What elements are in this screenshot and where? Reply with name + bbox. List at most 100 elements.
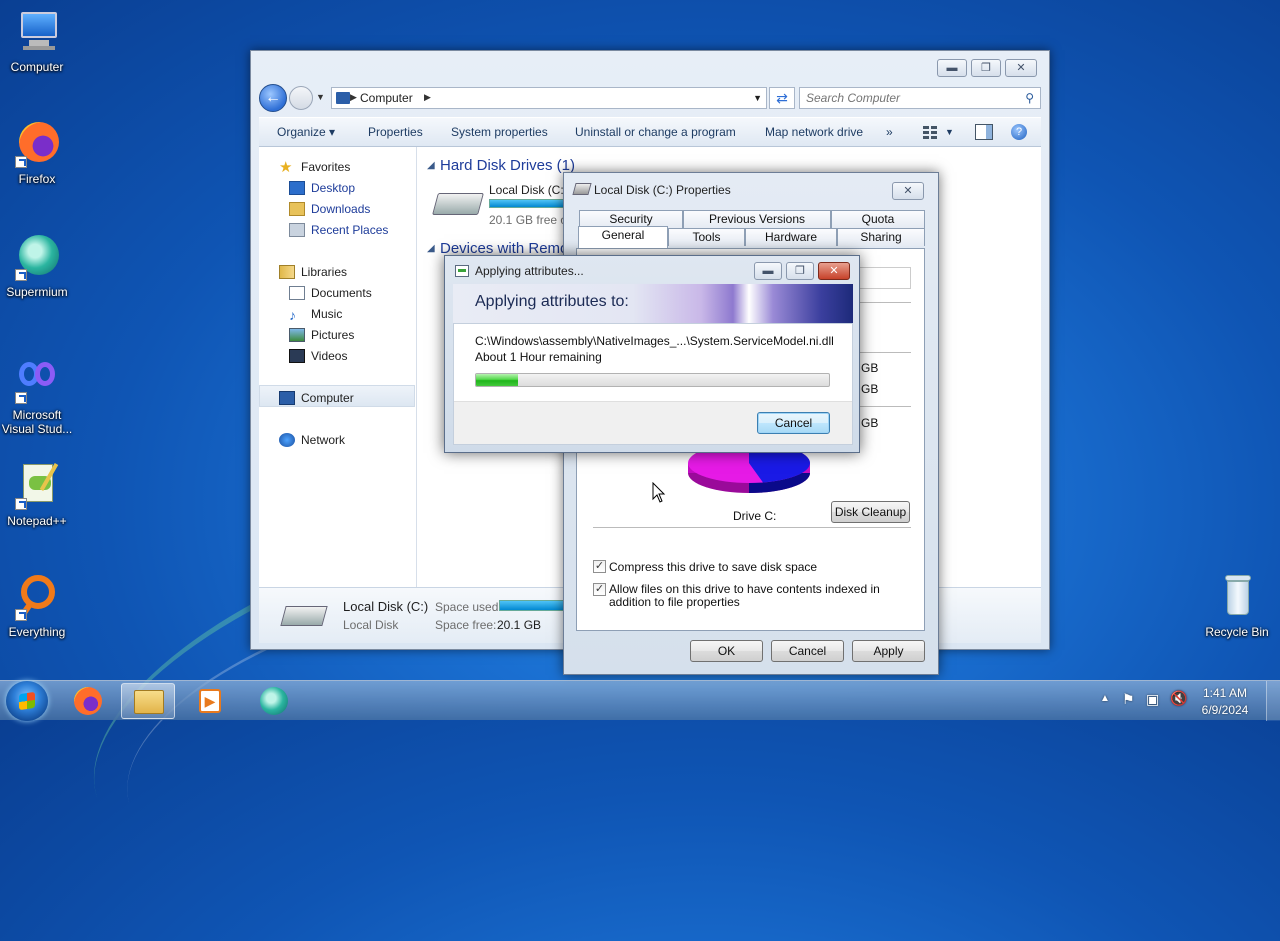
- show-desktop-button[interactable]: [1266, 681, 1280, 721]
- maximize-button[interactable]: ❐: [971, 59, 1001, 77]
- close-button[interactable]: ✕: [818, 262, 850, 280]
- applying-body: C:\Windows\assembly\NativeImages_...\Sys…: [453, 323, 853, 445]
- visual-studio-icon: [13, 356, 61, 404]
- breadcrumb-computer[interactable]: Computer: [360, 91, 413, 105]
- cancel-button[interactable]: Cancel: [771, 640, 844, 662]
- uninstall-program-button[interactable]: Uninstall or change a program: [575, 125, 736, 139]
- volume-muted-icon[interactable]: 🔇: [1170, 690, 1187, 707]
- desktop-icon-label: Supermium: [6, 285, 68, 299]
- apply-button[interactable]: Apply: [852, 640, 925, 662]
- minimize-button[interactable]: ▬: [754, 262, 782, 280]
- tab-general[interactable]: General: [578, 226, 668, 248]
- desktop-icon-notepadpp[interactable]: Notepad++: [0, 462, 74, 528]
- index-checkbox[interactable]: ✓: [593, 583, 606, 596]
- map-network-drive-button[interactable]: Map network drive: [765, 125, 863, 139]
- action-center-flag-icon[interactable]: ⚑: [1122, 691, 1135, 708]
- clock-time[interactable]: 1:41 AM: [1196, 686, 1254, 700]
- desktop-icon-visual-studio[interactable]: Microsoft Visual Stud...: [0, 356, 74, 436]
- tab-quota[interactable]: Quota: [831, 210, 925, 228]
- network-tray-icon[interactable]: ▣: [1146, 691, 1159, 708]
- applying-footer: Cancel: [454, 401, 852, 444]
- taskbar: ▶ ▲ ⚑ ▣ 🔇 1:41 AM 6/9/2024: [0, 680, 1280, 721]
- more-commands-button[interactable]: »: [886, 125, 893, 139]
- mouse-cursor-icon: [652, 482, 666, 503]
- tab-previous-versions[interactable]: Previous Versions: [683, 210, 831, 228]
- refresh-icon: ⇄: [776, 90, 788, 106]
- details-free-value: 20.1 GB: [497, 618, 542, 632]
- drive-c-tile[interactable]: Local Disk (C:) 20.1 GB free of: [432, 179, 583, 231]
- desktop-icon-recycle-bin[interactable]: Recycle Bin: [1200, 573, 1274, 639]
- address-dropdown-icon[interactable]: ▼: [753, 93, 762, 103]
- taskbar-supermium[interactable]: [248, 683, 302, 719]
- notepadpp-icon: [13, 462, 61, 510]
- collapse-arrow-icon[interactable]: ◢: [427, 243, 435, 254]
- refresh-button[interactable]: ⇄: [769, 87, 795, 109]
- cancel-apply-button[interactable]: Cancel: [757, 412, 830, 434]
- supermium-icon: [260, 687, 288, 715]
- minimize-button[interactable]: ▬: [937, 59, 967, 77]
- compress-checkbox[interactable]: ✓: [593, 560, 606, 573]
- show-hidden-icons-button[interactable]: ▲: [1100, 693, 1110, 704]
- help-icon[interactable]: ?: [1011, 124, 1027, 140]
- preview-pane-icon[interactable]: [975, 124, 993, 140]
- organize-menu[interactable]: Organize ▾: [277, 125, 335, 139]
- taskbar-media-player[interactable]: ▶: [183, 683, 237, 719]
- capacity-unit: GB: [861, 416, 879, 430]
- clock-date[interactable]: 6/9/2024: [1196, 703, 1254, 717]
- libraries-icon: [279, 265, 295, 279]
- drive-label-input[interactable]: [859, 267, 911, 289]
- progress-bar-fill: [476, 374, 519, 386]
- close-button[interactable]: ✕: [1005, 59, 1037, 77]
- index-label: Allow files on this drive to have conten…: [609, 582, 880, 609]
- drive-name: Local Disk (C:): [489, 183, 568, 197]
- supermium-icon: [13, 233, 61, 281]
- maximize-button[interactable]: ❐: [786, 262, 814, 280]
- star-icon: ★: [279, 159, 293, 176]
- videos-icon: [289, 349, 305, 363]
- recent-pages-dropdown[interactable]: ▼: [316, 92, 325, 102]
- hdd-group-header[interactable]: Hard Disk Drives (1): [440, 157, 575, 174]
- breadcrumb-arrow-icon[interactable]: ▶: [424, 92, 431, 103]
- address-bar[interactable]: ▶ Computer ▶ ▼: [331, 87, 767, 109]
- drive-free-text: 20.1 GB free of: [489, 213, 571, 227]
- search-input[interactable]: [800, 88, 1000, 108]
- desktop-icon-firefox[interactable]: Firefox: [0, 120, 74, 186]
- start-button[interactable]: [6, 681, 48, 721]
- change-view-icon[interactable]: [921, 124, 939, 140]
- tab-hardware[interactable]: Hardware: [745, 228, 837, 246]
- details-drive-type: Local Disk: [343, 618, 399, 632]
- everything-icon: [13, 573, 61, 621]
- desktop-icon-everything[interactable]: Everything: [0, 573, 74, 639]
- tab-sharing[interactable]: Sharing: [837, 228, 925, 246]
- properties-close-button[interactable]: ✕: [892, 182, 924, 200]
- desktop-icon-label: Recycle Bin: [1205, 625, 1269, 639]
- disk-cleanup-button[interactable]: Disk Cleanup: [831, 501, 910, 523]
- copy-files-icon: [455, 265, 469, 277]
- tab-tools[interactable]: Tools: [668, 228, 745, 246]
- firefox-icon: [13, 120, 61, 168]
- applying-attributes-dialog: Applying attributes... ▬ ❐ ✕ Applying at…: [444, 255, 860, 453]
- view-options-dropdown[interactable]: ▼: [945, 127, 954, 137]
- taskbar-firefox[interactable]: [62, 683, 116, 719]
- window-controls: ▬ ❐ ✕: [937, 59, 1037, 77]
- desktop-icon-supermium[interactable]: Supermium: [0, 233, 74, 299]
- taskbar-explorer[interactable]: [121, 683, 175, 719]
- progress-bar: [475, 373, 830, 387]
- desktop-icon-computer[interactable]: Computer: [0, 8, 74, 74]
- collapse-arrow-icon[interactable]: ◢: [427, 160, 435, 171]
- network-icon: [279, 433, 295, 447]
- documents-icon: [289, 286, 305, 300]
- search-icon[interactable]: ⚲: [1025, 91, 1034, 105]
- applying-title: Applying attributes...: [475, 264, 584, 278]
- details-used-label: Space used:: [435, 600, 502, 614]
- back-arrow-icon: ←: [265, 89, 281, 106]
- breadcrumb-arrow-icon[interactable]: ▶: [350, 92, 357, 103]
- back-button[interactable]: ←: [259, 84, 287, 112]
- properties-button[interactable]: Properties: [368, 125, 423, 139]
- desktop-icon-label: Computer: [10, 60, 64, 74]
- forward-button[interactable]: [289, 86, 313, 110]
- ok-button[interactable]: OK: [690, 640, 763, 662]
- details-free-label: Space free:: [435, 618, 497, 632]
- details-drive-name: Local Disk (C:): [343, 599, 429, 614]
- system-properties-button[interactable]: System properties: [451, 125, 548, 139]
